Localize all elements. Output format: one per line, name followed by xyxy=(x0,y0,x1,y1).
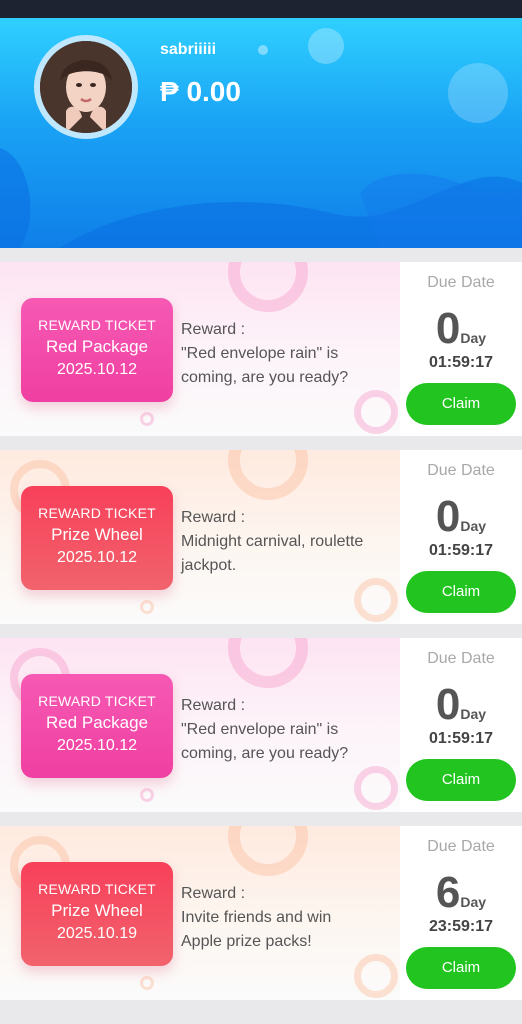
decor-ring xyxy=(228,826,308,876)
claim-button[interactable]: Claim xyxy=(406,571,516,613)
reward-label: Reward : xyxy=(181,509,246,526)
days-unit: Day xyxy=(460,330,487,346)
due-date-panel: Due Date 0Day 01:59:17 Claim xyxy=(400,450,522,624)
ticket-type: REWARD TICKET xyxy=(38,881,156,897)
reward-text: Invite friends and win Apple prize packs… xyxy=(181,909,332,950)
days-value: 0 xyxy=(435,492,461,541)
reward-ticket-badge: REWARD TICKET Prize Wheel 2025.10.12 xyxy=(21,486,173,590)
ticket-date: 2025.10.12 xyxy=(56,361,138,378)
days-unit: Day xyxy=(460,894,487,910)
balance: ₱ 0.00 xyxy=(160,76,241,107)
ticket-name: Prize Wheel xyxy=(51,901,143,920)
reward-description: Reward : Invite friends and win Apple pr… xyxy=(181,882,371,954)
avatar[interactable] xyxy=(34,35,138,139)
decor-ring xyxy=(354,390,398,434)
status-bar xyxy=(0,0,522,18)
reward-text: "Red envelope rain" is coming, are you r… xyxy=(181,721,349,762)
ticket-date: 2025.10.19 xyxy=(56,925,138,942)
profile-header: sabriiiii ₱ 0.00 xyxy=(0,18,522,248)
ticket-date: 2025.10.12 xyxy=(56,549,138,566)
days-countdown: 0Day xyxy=(400,304,522,354)
decor-ring xyxy=(140,788,154,802)
reward-ticket-badge: REWARD TICKET Prize Wheel 2025.10.19 xyxy=(21,862,173,966)
portrait-icon xyxy=(40,41,132,133)
claim-button[interactable]: Claim xyxy=(406,759,516,801)
time-countdown: 23:59:17 xyxy=(428,918,494,935)
reward-label: Reward : xyxy=(181,321,246,338)
ticket-type: REWARD TICKET xyxy=(38,693,156,709)
days-value: 0 xyxy=(435,680,461,729)
days-value: 6 xyxy=(435,868,461,917)
reward-ticket-badge: REWARD TICKET Red Package 2025.10.12 xyxy=(21,298,173,402)
reward-description: Reward : "Red envelope rain" is coming, … xyxy=(181,318,371,390)
username: sabriiiii xyxy=(160,41,217,58)
days-countdown: 6Day xyxy=(400,868,522,918)
due-date-panel: Due Date 6Day 23:59:17 Claim xyxy=(400,826,522,1000)
ticket-date: 2025.10.12 xyxy=(56,737,138,754)
reward-label: Reward : xyxy=(181,885,246,902)
ticket-list: REWARD TICKET Red Package 2025.10.12 Rew… xyxy=(0,248,522,1000)
ticket-card: REWARD TICKET Red Package 2025.10.12 Rew… xyxy=(0,262,522,436)
time-countdown: 01:59:17 xyxy=(428,354,494,371)
ticket-name: Red Package xyxy=(45,337,149,356)
time-countdown: 01:59:17 xyxy=(428,542,494,559)
ticket-info: REWARD TICKET Prize Wheel 2025.10.12 Rew… xyxy=(0,450,400,624)
due-date-label: Due Date xyxy=(427,838,495,855)
decor-ring xyxy=(354,766,398,810)
decor-ring xyxy=(228,450,308,500)
due-date-label: Due Date xyxy=(427,462,495,479)
reward-text: "Red envelope rain" is coming, are you r… xyxy=(181,345,349,386)
decor-ring xyxy=(228,262,308,312)
ticket-info: REWARD TICKET Red Package 2025.10.12 Rew… xyxy=(0,262,400,436)
reward-ticket-badge: REWARD TICKET Red Package 2025.10.12 xyxy=(21,674,173,778)
days-unit: Day xyxy=(460,518,487,534)
reward-text: Midnight carnival, roulette jackpot. xyxy=(181,533,364,574)
days-countdown: 0Day xyxy=(400,492,522,542)
days-countdown: 0Day xyxy=(400,680,522,730)
due-date-panel: Due Date 0Day 01:59:17 Claim xyxy=(400,262,522,436)
reward-label: Reward : xyxy=(181,697,246,714)
claim-button[interactable]: Claim xyxy=(406,947,516,989)
ticket-card: REWARD TICKET Prize Wheel 2025.10.19 Rew… xyxy=(0,826,522,1000)
ticket-card: REWARD TICKET Prize Wheel 2025.10.12 Rew… xyxy=(0,450,522,624)
decor-ring xyxy=(228,638,308,688)
reward-description: Reward : Midnight carnival, roulette jac… xyxy=(181,506,371,578)
ticket-name: Prize Wheel xyxy=(51,525,143,544)
due-date-label: Due Date xyxy=(427,274,495,291)
due-date-panel: Due Date 0Day 01:59:17 Claim xyxy=(400,638,522,812)
ticket-info: REWARD TICKET Prize Wheel 2025.10.19 Rew… xyxy=(0,826,400,1000)
decor-ring xyxy=(140,600,154,614)
ticket-name: Red Package xyxy=(45,713,149,732)
claim-button[interactable]: Claim xyxy=(406,383,516,425)
ticket-type: REWARD TICKET xyxy=(38,317,156,333)
ticket-info: REWARD TICKET Red Package 2025.10.12 Rew… xyxy=(0,638,400,812)
ticket-type: REWARD TICKET xyxy=(38,505,156,521)
due-date-label: Due Date xyxy=(427,650,495,667)
decor-ring xyxy=(354,954,398,998)
decor-ring xyxy=(140,412,154,426)
decor-ring xyxy=(354,578,398,622)
avatar-image xyxy=(40,41,132,133)
days-value: 0 xyxy=(435,304,461,353)
ticket-card: REWARD TICKET Red Package 2025.10.12 Rew… xyxy=(0,638,522,812)
reward-description: Reward : "Red envelope rain" is coming, … xyxy=(181,694,371,766)
days-unit: Day xyxy=(460,706,487,722)
time-countdown: 01:59:17 xyxy=(428,730,494,747)
decor-ring xyxy=(140,976,154,990)
